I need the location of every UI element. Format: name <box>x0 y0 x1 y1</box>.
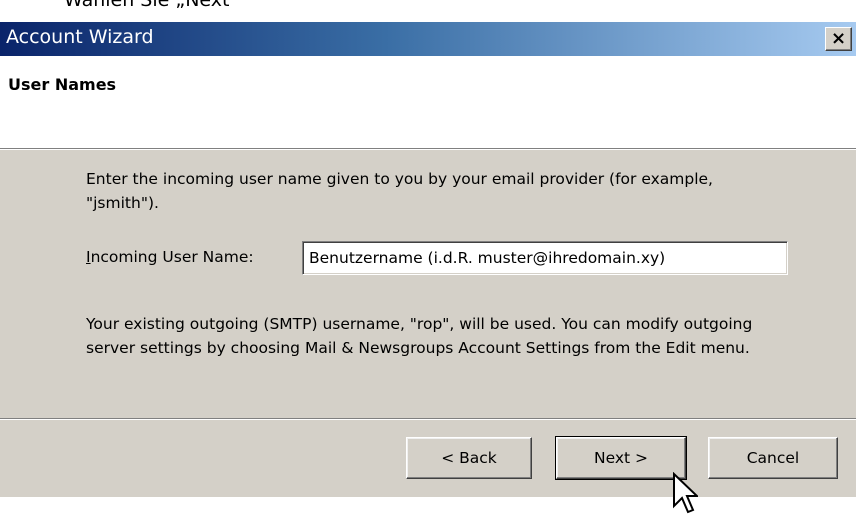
caption-text: Wählen Sie „Next“ <box>64 0 240 11</box>
title-bar[interactable]: Account Wizard × <box>0 22 856 56</box>
cancel-button[interactable]: Cancel <box>708 437 838 479</box>
footer-divider <box>0 418 856 420</box>
wizard-header: User Names <box>0 56 856 148</box>
header-divider <box>0 148 856 150</box>
incoming-user-name-input[interactable] <box>302 241 788 275</box>
incoming-user-name-label: Incoming User Name: <box>86 248 254 266</box>
account-wizard-dialog: Account Wizard × User Names Enter the in… <box>0 22 856 514</box>
instruction-caption: Wählen Sie „Next“ <box>0 0 856 22</box>
outgoing-note-text: Your existing outgoing (SMTP) username, … <box>86 315 753 357</box>
label-text: ncoming User Name: <box>90 248 254 266</box>
mouse-pointer-icon <box>673 472 698 514</box>
instruction-text: Enter the incoming user name given to yo… <box>86 170 713 212</box>
next-button[interactable]: Next > <box>555 436 687 480</box>
close-icon: × <box>830 28 847 49</box>
back-button[interactable]: < Back <box>406 437 532 479</box>
page-title: User Names <box>8 75 117 94</box>
close-button[interactable]: × <box>825 27 852 51</box>
window-title: Account Wizard <box>6 26 154 48</box>
